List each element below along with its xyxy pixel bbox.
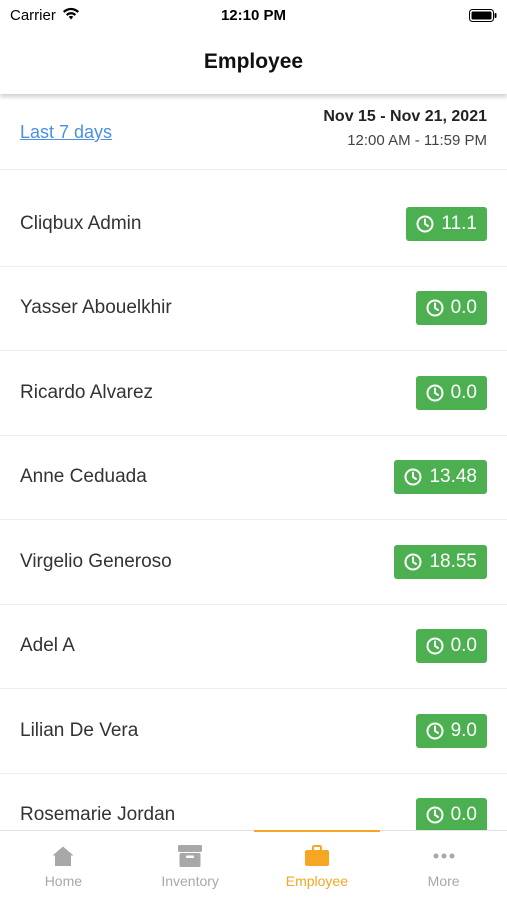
navigation-bar: Employee [0, 30, 507, 94]
hours-badge: 0.0 [415, 798, 487, 830]
employee-name: Ricardo Alvarez [20, 381, 154, 403]
employee-name: Yasser Abouelkhir [20, 297, 172, 319]
date-range-display: Nov 15 - Nov 21, 2021 12:00 AM - 11:59 P… [323, 108, 487, 149]
hours-badge: 9.0 [415, 713, 487, 748]
status-bar: Carrier 12:10 PM [0, 0, 507, 30]
employee-row[interactable]: Cliqbux Admin 11.1 [0, 182, 507, 267]
page-title: Employee [203, 50, 304, 73]
hours-badge: 0.0 [415, 291, 487, 326]
employee-name: Cliqbux Admin [20, 212, 142, 234]
date-range-filter-link[interactable]: Last 7 days [20, 122, 112, 143]
clock-icon [426, 384, 444, 402]
hours-badge: 18.55 [394, 544, 487, 579]
tab-employee-label: Employee [285, 873, 348, 889]
employee-row[interactable]: Rosemarie Jordan 0.0 [0, 774, 507, 830]
date-range-section: Last 7 days Nov 15 - Nov 21, 2021 12:00 … [0, 94, 507, 170]
wifi-icon [62, 7, 80, 24]
tab-inventory-label: Inventory [161, 873, 219, 889]
hours-value: 0.0 [450, 804, 477, 826]
employee-row[interactable]: Anne Ceduada 13.48 [0, 436, 507, 520]
hours-badge: 0.0 [415, 629, 487, 664]
tab-home-label: Home [44, 873, 83, 889]
date-range-label: Nov 15 - Nov 21, 2021 [323, 108, 487, 125]
employee-row[interactable]: Adel A 0.0 [0, 605, 507, 689]
tab-more[interactable]: More [380, 831, 507, 900]
carrier-label: Carrier [10, 6, 56, 24]
employee-name: Adel A [20, 635, 75, 657]
hours-badge: 0.0 [415, 375, 487, 410]
clock-icon [404, 553, 422, 571]
hours-value: 13.48 [429, 466, 477, 488]
time-range-label: 12:00 AM - 11:59 PM [347, 132, 487, 149]
clock-icon [426, 806, 444, 824]
employee-row[interactable]: Virgelio Generoso 18.55 [0, 520, 507, 605]
hours-value: 18.55 [429, 550, 477, 572]
more-dots-icon [432, 842, 456, 870]
tab-inventory[interactable]: Inventory [127, 831, 254, 900]
clock-icon [426, 722, 444, 740]
tab-home[interactable]: Home [0, 831, 127, 900]
employee-row[interactable]: Lilian De Vera 9.0 [0, 689, 507, 774]
battery-icon [469, 8, 507, 22]
employee-list: Cliqbux Admin 11.1 Yasser Abouelkhir 0.0 Ric… [0, 182, 507, 830]
employee-row[interactable]: Ricardo Alvarez 0.0 [0, 351, 507, 436]
hours-badge: 13.48 [394, 460, 487, 495]
hours-value: 0.0 [450, 635, 477, 657]
clock-icon [404, 468, 422, 486]
employee-name: Lilian De Vera [20, 719, 139, 741]
employee-name: Anne Ceduada [20, 466, 147, 488]
hours-badge: 11.1 [406, 206, 487, 241]
tab-bar: Home Inventory Employee More [0, 830, 507, 900]
employee-name: Rosemarie Jordan [20, 804, 176, 826]
status-left: Carrier [0, 7, 80, 24]
hours-value: 0.0 [450, 381, 477, 403]
employee-row[interactable]: Yasser Abouelkhir 0.0 [0, 267, 507, 351]
clock-icon [426, 299, 444, 317]
tab-employee[interactable]: Employee [253, 830, 381, 900]
hours-value: 11.1 [441, 212, 477, 234]
employee-name: Virgelio Generoso [20, 550, 172, 572]
hours-value: 9.0 [450, 719, 477, 741]
clock-icon [416, 215, 434, 233]
home-icon [51, 842, 75, 870]
hours-value: 0.0 [450, 297, 477, 319]
clock-icon [426, 637, 444, 655]
tab-more-label: More [427, 873, 460, 889]
inventory-box-icon [177, 842, 203, 870]
briefcase-icon [304, 842, 330, 870]
